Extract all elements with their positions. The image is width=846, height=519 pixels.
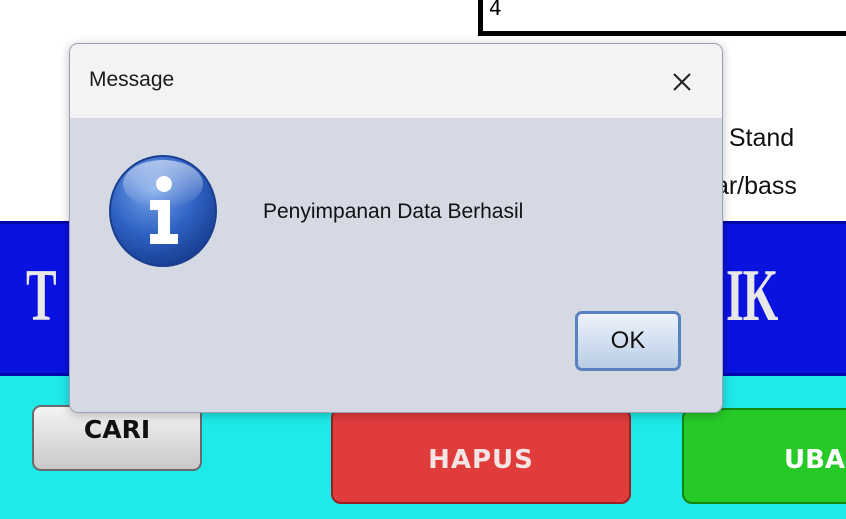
dialog-titlebar: Message: [70, 44, 722, 118]
input-value: 4: [489, 0, 502, 20]
cari-button[interactable]: CARI: [32, 405, 202, 471]
banner-title-right-fragment: IK: [726, 255, 778, 337]
dialog-message: Penyimpanan Data Berhasil: [263, 200, 524, 223]
text-input-box[interactable]: 4: [478, 0, 846, 36]
info-icon: [109, 155, 217, 267]
message-dialog: Message Penyimpanan Data Berhasil OK: [69, 43, 723, 413]
banner-title-left-fragment: T: [26, 255, 57, 337]
ubah-button[interactable]: UBA: [682, 408, 846, 504]
close-icon: [673, 73, 691, 91]
hapus-button[interactable]: HAPUS: [331, 408, 631, 504]
close-button[interactable]: [660, 60, 704, 104]
ok-button[interactable]: OK: [575, 311, 681, 371]
dialog-title: Message: [89, 68, 175, 91]
